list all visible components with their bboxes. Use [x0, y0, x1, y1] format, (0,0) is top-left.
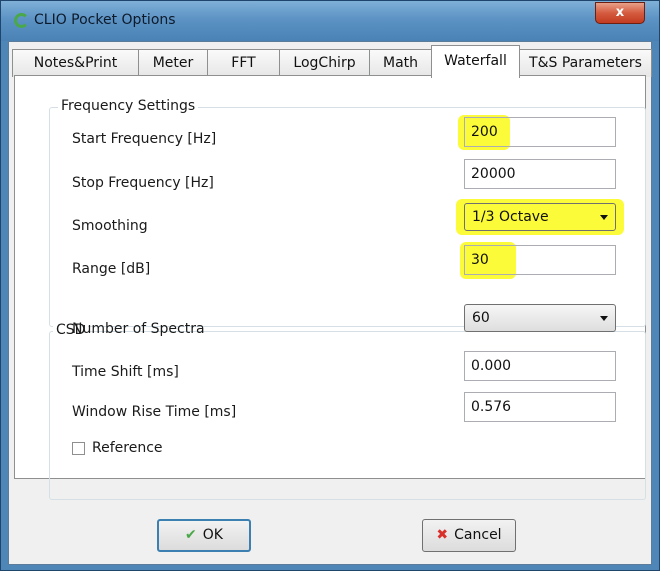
number-of-spectra-dropdown[interactable]: 60 — [464, 304, 616, 332]
tab-strip: Notes&Print Meter FFT LogChirp Math Wate… — [12, 44, 652, 78]
checkmark-icon: ✔ — [185, 527, 197, 543]
window-rise-time-label: Window Rise Time [ms] — [72, 404, 237, 420]
chevron-down-icon — [600, 215, 608, 220]
window-title: CLIO Pocket Options — [34, 12, 176, 28]
tab-meter[interactable]: Meter — [138, 49, 208, 77]
range-label: Range [dB] — [72, 261, 151, 277]
dialog-client-area: Notes&Print Meter FFT LogChirp Math Wate… — [8, 41, 652, 565]
number-of-spectra-label: Number of Spectra — [72, 321, 205, 337]
time-shift-field[interactable]: 0.000 — [464, 351, 616, 381]
options-window: CLIO Pocket Options x Notes&Print Meter … — [0, 0, 660, 571]
stop-frequency-label: Stop Frequency [Hz] — [72, 175, 214, 191]
start-frequency-field[interactable]: 200 — [464, 117, 616, 147]
reference-label: Reference — [92, 440, 163, 456]
clio-app-icon — [14, 13, 29, 28]
tab-fft[interactable]: FFT — [207, 49, 280, 77]
window-rise-time-field[interactable]: 0.576 — [464, 392, 616, 422]
ok-label: OK — [202, 527, 223, 543]
ok-button[interactable]: ✔ OK — [157, 519, 251, 552]
stop-frequency-field[interactable]: 20000 — [464, 159, 616, 189]
close-button[interactable]: x — [595, 2, 645, 24]
tab-logchirp[interactable]: LogChirp — [279, 49, 370, 77]
title-bar[interactable]: CLIO Pocket Options x — [1, 1, 659, 41]
smoothing-dropdown[interactable]: 1/3 Octave — [464, 203, 616, 231]
tab-waterfall[interactable]: Waterfall — [431, 45, 520, 78]
tab-notes-print[interactable]: Notes&Print — [12, 49, 139, 77]
start-frequency-label: Start Frequency [Hz] — [72, 131, 217, 147]
range-field[interactable]: 30 — [464, 245, 616, 275]
cancel-label: Cancel — [454, 527, 502, 543]
frequency-settings-title: Frequency Settings — [58, 98, 199, 114]
smoothing-selected: 1/3 Octave — [472, 209, 549, 225]
cross-icon: ✖ — [436, 527, 449, 543]
spectra-selected: 60 — [472, 310, 490, 326]
chevron-down-icon — [600, 316, 608, 321]
tab-ts-parameters[interactable]: T&S Parameters — [519, 49, 652, 77]
cancel-button[interactable]: ✖ Cancel — [422, 519, 516, 552]
smoothing-label: Smoothing — [72, 218, 148, 234]
reference-checkbox[interactable] — [72, 442, 85, 455]
tab-math[interactable]: Math — [369, 49, 432, 77]
time-shift-label: Time Shift [ms] — [72, 364, 179, 380]
